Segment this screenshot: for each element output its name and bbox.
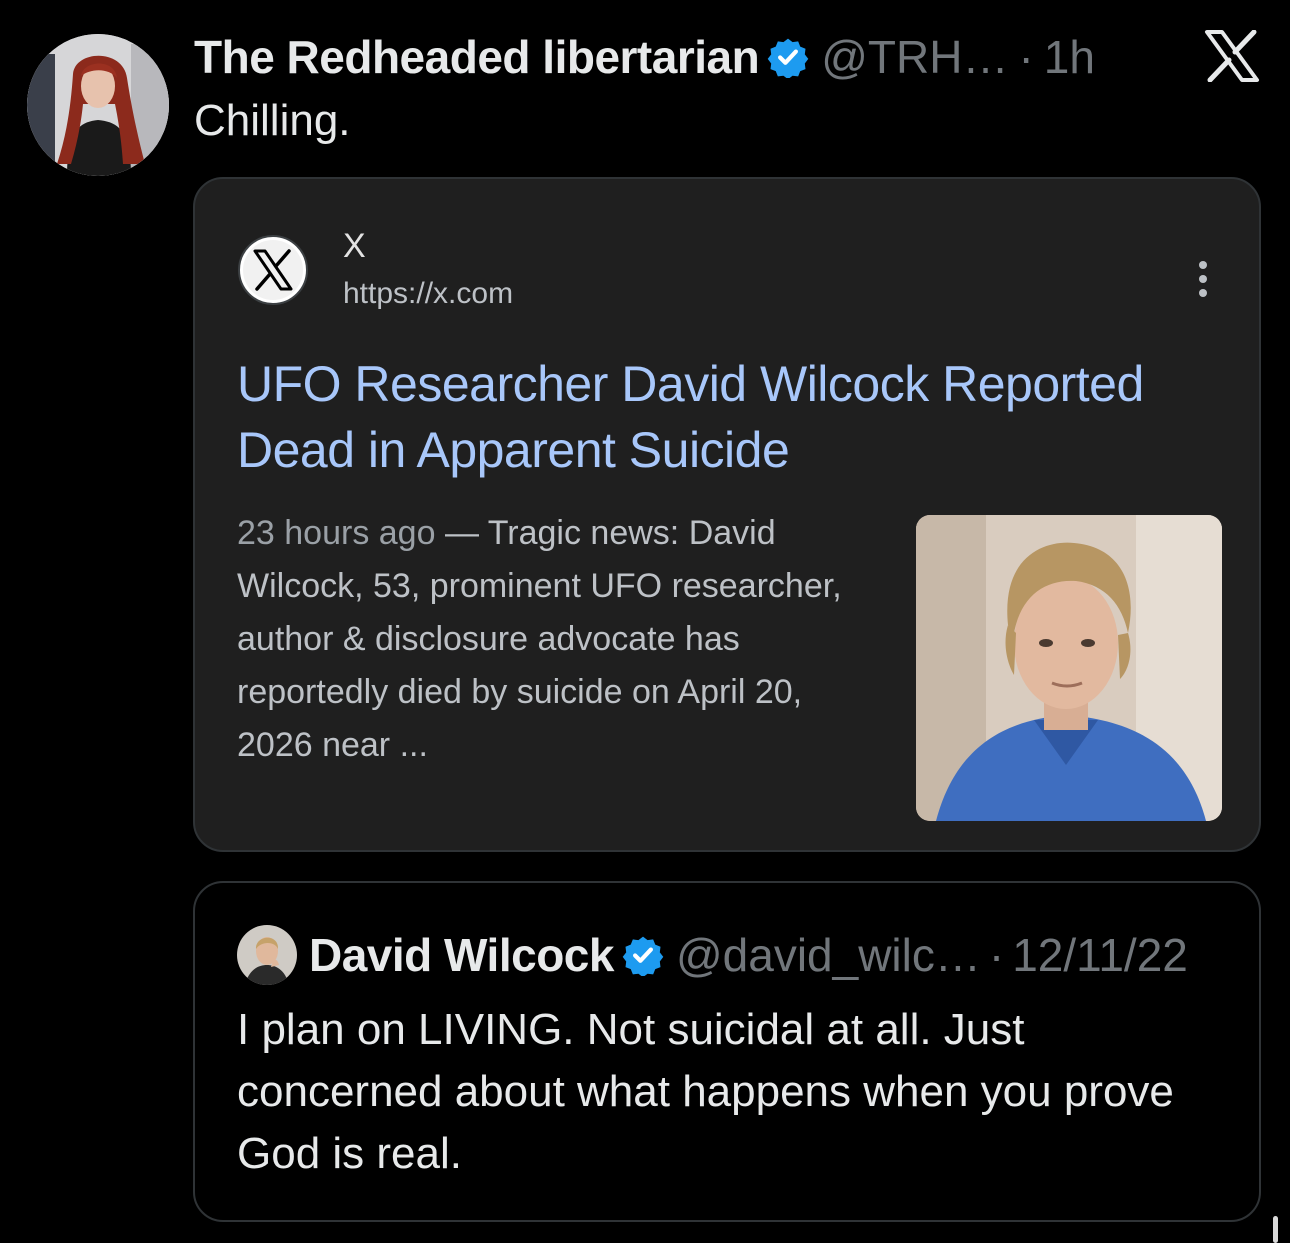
result-date: 23 hours ago xyxy=(237,514,436,552)
result-snippet: 23 hours ago — Tragic news: David Wilcoc… xyxy=(237,507,857,772)
author-avatar-image xyxy=(27,34,169,176)
search-result-card[interactable]: X https://x.com UFO Researcher David Wil… xyxy=(193,177,1261,852)
verified-badge-icon xyxy=(767,38,809,78)
meta-separator: · xyxy=(988,929,1005,981)
quoted-author-name[interactable]: David Wilcock xyxy=(309,928,614,982)
result-thumbnail[interactable] xyxy=(916,515,1222,821)
more-vertical-icon[interactable] xyxy=(1191,259,1215,299)
quoted-author-avatar-image xyxy=(237,925,297,985)
site-name: X xyxy=(343,227,366,265)
result-thumbnail-image xyxy=(916,515,1222,821)
x-logo-icon[interactable] xyxy=(1204,30,1260,82)
scroll-indicator[interactable] xyxy=(1273,1216,1278,1243)
result-title-link[interactable]: UFO Researcher David Wilcock Reported De… xyxy=(237,351,1237,483)
author-avatar[interactable] xyxy=(27,34,169,176)
quoted-post-header: David Wilcock @david_wilc… · 12/11/22 xyxy=(309,927,1188,983)
site-url[interactable]: https://x.com xyxy=(343,277,513,311)
post-header: The Redheaded libertarian @TRH… · 1h xyxy=(194,28,1095,86)
author-handle[interactable]: @TRH… xyxy=(821,30,1008,84)
post-time[interactable]: 1h xyxy=(1044,30,1095,84)
snippet-separator: — xyxy=(435,514,488,552)
quoted-post-date[interactable]: 12/11/22 xyxy=(1012,928,1188,982)
quoted-post-card[interactable]: David Wilcock @david_wilc… · 12/11/22 I … xyxy=(193,881,1261,1222)
x-site-icon xyxy=(238,235,308,305)
post-text: Chilling. xyxy=(194,96,351,145)
meta-separator: · xyxy=(1018,31,1034,83)
quoted-author-avatar[interactable] xyxy=(237,925,297,985)
quoted-post-text: I plan on LIVING. Not suicidal at all. J… xyxy=(237,1005,1174,1178)
quoted-author-handle[interactable]: @david_wilc… xyxy=(676,928,981,982)
verified-badge-icon xyxy=(622,936,664,976)
author-name[interactable]: The Redheaded libertarian xyxy=(194,30,760,84)
